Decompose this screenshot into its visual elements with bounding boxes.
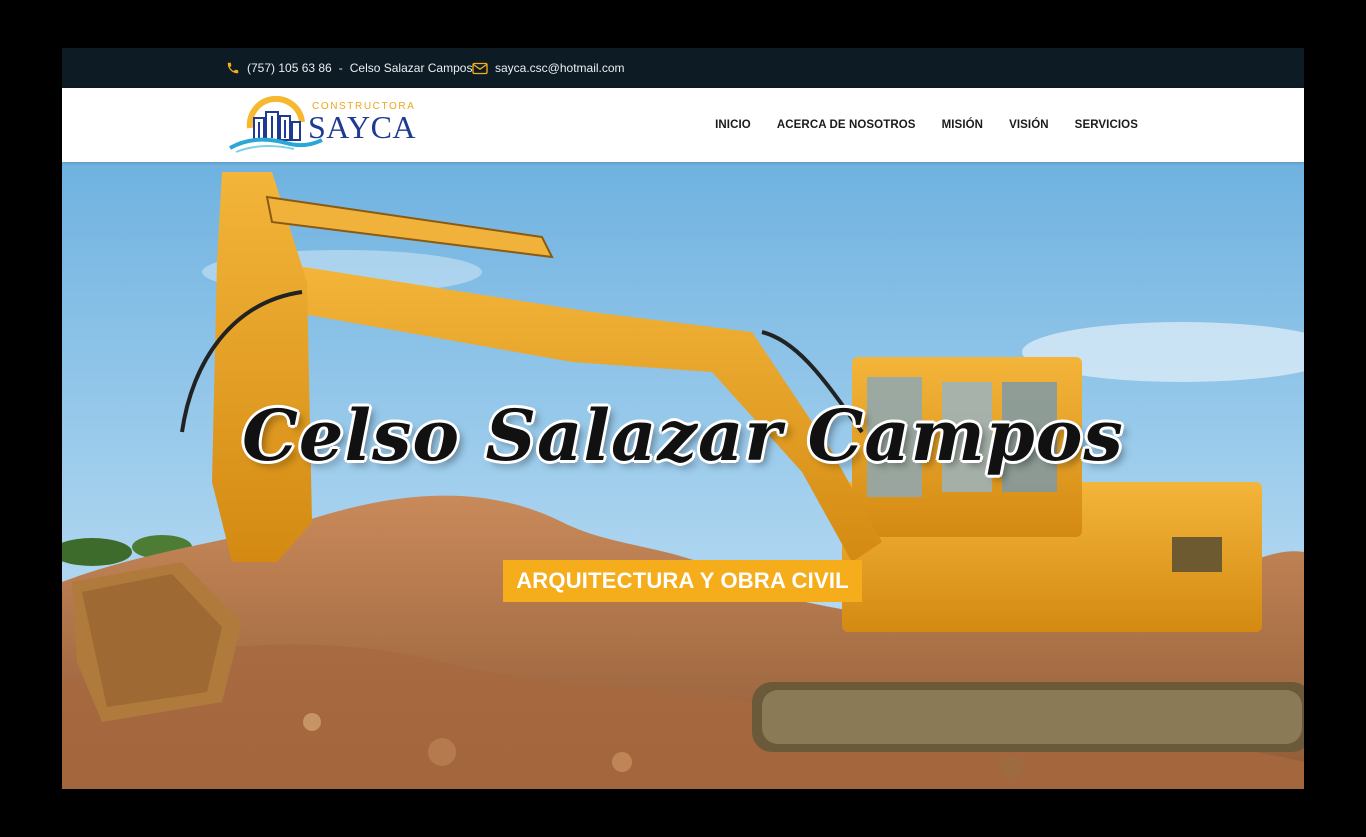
phone-contact[interactable]: (757) 105 63 86 - Celso Salazar Campos	[226, 48, 472, 88]
separator: -	[338, 61, 343, 75]
logo-brand: SAYCA	[308, 109, 417, 145]
nav-vision[interactable]: VISIÓN	[1009, 119, 1049, 131]
browser-page: (757) 105 63 86 - Celso Salazar Campos s…	[62, 48, 1304, 789]
contact-name: Celso Salazar Campos	[349, 61, 473, 75]
logo[interactable]: CONSTRUCTORA SAYCA	[228, 96, 433, 154]
phone-number: (757) 105 63 86	[247, 61, 332, 75]
site-header: CONSTRUCTORA SAYCA INICIO ACERCA DE NOSO…	[62, 88, 1304, 162]
contact-bar: (757) 105 63 86 - Celso Salazar Campos s…	[62, 48, 1304, 88]
hero-title: Celso Salazar Campos	[242, 394, 1124, 477]
hero-section: Celso Salazar Campos ARQUITECTURA Y OBRA…	[62, 162, 1304, 789]
nav-acerca-de-nosotros[interactable]: ACERCA DE NOSOTROS	[777, 119, 916, 131]
phone-icon	[227, 62, 239, 74]
main-nav: INICIO ACERCA DE NOSOTROS MISIÓN VISIÓN …	[689, 88, 1138, 162]
hero-badge: ARQUITECTURA Y OBRA CIVIL	[503, 560, 862, 602]
nav-servicios[interactable]: SERVICIOS	[1075, 119, 1138, 131]
nav-inicio[interactable]: INICIO	[715, 119, 751, 131]
email-address: sayca.csc@hotmail.com	[495, 61, 625, 75]
nav-mision[interactable]: MISIÓN	[942, 119, 984, 131]
email-contact[interactable]: sayca.csc@hotmail.com	[472, 48, 625, 88]
envelope-icon	[472, 62, 488, 74]
